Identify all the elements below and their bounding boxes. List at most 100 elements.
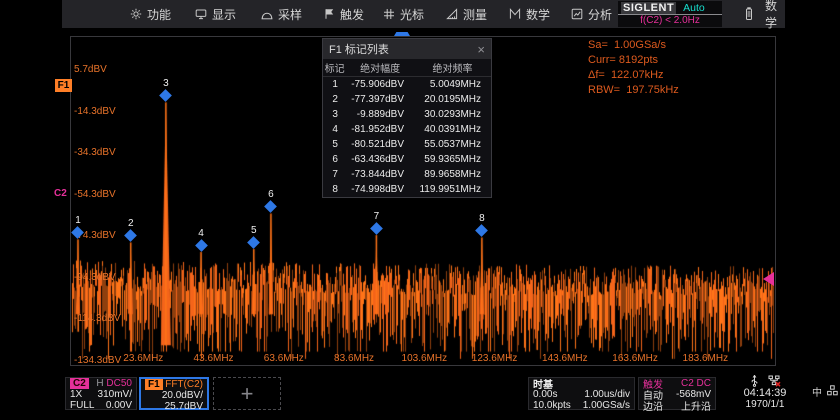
y-axis-label: -14.3dBV bbox=[74, 106, 116, 117]
acq-info-line: Sa= 1.00GSa/s bbox=[588, 38, 679, 53]
table-cell: -74.998dBV bbox=[346, 182, 414, 197]
x-axis-label: 143.6MHz bbox=[542, 353, 588, 364]
marker-table-column: 标记 bbox=[323, 59, 346, 77]
math-icon bbox=[509, 8, 521, 20]
y-axis-label: -114.3dBV bbox=[74, 313, 121, 324]
flag-icon bbox=[323, 8, 335, 20]
c2-scale: 310mV/ bbox=[98, 389, 132, 400]
table-cell: 7 bbox=[323, 167, 346, 182]
x-axis-label: 83.6MHz bbox=[334, 353, 374, 364]
table-row: 2-77.397dBV20.0195MHz bbox=[323, 92, 491, 107]
system-status-box: 04:14:39 1970/1/1 bbox=[719, 377, 811, 410]
x-axis-label: 123.6MHz bbox=[472, 353, 518, 364]
menu-item-6[interactable]: 测量 bbox=[446, 0, 487, 28]
table-cell: 119.9951MHz bbox=[414, 182, 491, 197]
f1-trace-badge[interactable]: F1 bbox=[55, 79, 72, 92]
timebase-box[interactable]: 时基 0.00s 1.00us/div 10.0kpts 1.00GSa/s bbox=[528, 377, 635, 410]
trigger-condition-readout: f(C2) < 2.0Hz bbox=[618, 15, 722, 27]
table-row: 3-9.889dBV30.0293MHz bbox=[323, 107, 491, 122]
x-axis-label: 43.6MHz bbox=[194, 353, 234, 364]
display-icon bbox=[195, 8, 207, 20]
c2-atten: 1X bbox=[70, 389, 82, 400]
table-cell: 8 bbox=[323, 182, 346, 197]
table-cell: 89.9658MHz bbox=[414, 167, 491, 182]
table-cell: 3 bbox=[323, 107, 346, 122]
analysis-icon bbox=[571, 8, 583, 20]
table-cell: 1 bbox=[323, 77, 346, 93]
marker-list-titlebar[interactable]: F1 标记列表 × bbox=[323, 39, 491, 59]
measure-icon bbox=[446, 8, 458, 20]
peak-marker-number: 7 bbox=[374, 211, 380, 222]
menu-item-7[interactable]: 数学 bbox=[509, 0, 550, 28]
y-axis-label: 5.7dBV bbox=[74, 64, 107, 75]
peak-marker-number: 3 bbox=[163, 78, 169, 89]
table-cell: 20.0195MHz bbox=[414, 92, 491, 107]
cursor-icon bbox=[383, 8, 395, 20]
table-cell: -63.436dBV bbox=[346, 152, 414, 167]
table-cell: 5 bbox=[323, 137, 346, 152]
c2-coupling: DC50 bbox=[106, 378, 132, 389]
peak-marker-number: 6 bbox=[268, 189, 274, 200]
f1-ref: 25.7dBV bbox=[165, 401, 203, 412]
top-menu-bar: 功能显示采样触发光标测量数学分析 SIGLENT Auto f(C2) < 2.… bbox=[62, 0, 785, 28]
oscilloscope-screen: 功能显示采样触发光标测量数学分析 SIGLENT Auto f(C2) < 2.… bbox=[0, 0, 840, 420]
language-indicator[interactable]: 中 bbox=[812, 384, 822, 399]
acq-info-line: RBW= 197.75kHz bbox=[588, 83, 679, 98]
menu-item-4[interactable]: 触发 bbox=[323, 0, 364, 28]
peak-marker-number: 4 bbox=[198, 228, 204, 239]
c2-offset: 0.00V bbox=[106, 400, 132, 411]
menu-item-3[interactable]: 采样 bbox=[261, 0, 302, 28]
menu-item-label: 光标 bbox=[400, 6, 424, 23]
y-axis-label: -34.3dBV bbox=[74, 147, 116, 158]
timebase-rate: 1.00GSa/s bbox=[583, 400, 630, 411]
marker-list-title: F1 标记列表 bbox=[329, 41, 389, 57]
x-axis-label: 23.6MHz bbox=[123, 353, 163, 364]
timebase-delay: 0.00s bbox=[533, 389, 557, 400]
timebase-points: 10.0kpts bbox=[533, 400, 571, 411]
trigger-level-arrow[interactable] bbox=[763, 272, 774, 286]
battery-icon bbox=[743, 7, 755, 26]
table-cell: -9.889dBV bbox=[346, 107, 414, 122]
table-row: 6-63.436dBV59.9365MHz bbox=[323, 152, 491, 167]
gear-icon bbox=[130, 8, 142, 20]
peak-marker-number: 5 bbox=[251, 225, 257, 236]
menu-item-5[interactable]: 光标 bbox=[383, 0, 424, 28]
menu-item-1[interactable]: 功能 bbox=[130, 0, 171, 28]
c2-impedance: H bbox=[96, 378, 103, 389]
y-axis-label: -94.3dBV bbox=[74, 272, 116, 283]
marker-position-handle[interactable] bbox=[394, 32, 410, 36]
math-f1-box[interactable]: F1 FFT(C2) 20.0dBV/ 25.7dBV bbox=[139, 377, 209, 410]
menu-item-label: 采样 bbox=[278, 6, 302, 23]
trigger-box[interactable]: 触发 C2 DC 自动 -568mV 边沿 上升沿 bbox=[638, 377, 716, 410]
channel-c2-box[interactable]: C2 H DC50 1X 310mV/ FULL 0.00V bbox=[65, 377, 137, 410]
menu-item-2[interactable]: 显示 bbox=[195, 0, 236, 28]
table-cell: 6 bbox=[323, 152, 346, 167]
table-cell: -77.397dBV bbox=[346, 92, 414, 107]
logo-block: SIGLENT Auto f(C2) < 2.0Hz bbox=[618, 1, 722, 27]
peak-marker-number: 8 bbox=[479, 213, 485, 224]
menu-item-label: 触发 bbox=[340, 6, 364, 23]
marker-table-column: 绝对幅度 bbox=[346, 59, 414, 77]
close-icon[interactable]: × bbox=[477, 42, 485, 57]
trigger-slope: 上升沿 bbox=[681, 398, 711, 413]
y-axis-label: -54.3dBV bbox=[74, 189, 116, 200]
add-trace-button[interactable]: + bbox=[213, 377, 281, 410]
apps-grid-icon[interactable] bbox=[827, 385, 838, 399]
table-cell: 5.0049MHz bbox=[414, 77, 491, 93]
table-row: 7-73.844dBV89.9658MHz bbox=[323, 167, 491, 182]
menu-item-label: 功能 bbox=[147, 6, 171, 23]
clock-date: 1970/1/1 bbox=[719, 399, 811, 410]
peak-marker-number: 1 bbox=[75, 215, 81, 226]
f1-label: F1 bbox=[145, 379, 163, 390]
table-cell: 4 bbox=[323, 122, 346, 137]
table-cell: -75.906dBV bbox=[346, 77, 414, 93]
table-cell: -73.844dBV bbox=[346, 167, 414, 182]
marker-list-table: 标记绝对幅度绝对频率 1-75.906dBV5.0049MHz2-77.397d… bbox=[323, 59, 491, 197]
menu-item-math-apps[interactable]: 数学 bbox=[765, 0, 785, 28]
table-row: 5-80.521dBV55.0537MHz bbox=[323, 137, 491, 152]
acquisition-info: Sa= 1.00GSa/sCurr= 8192ptsΔf= 122.07kHzR… bbox=[588, 38, 679, 98]
table-cell: 30.0293MHz bbox=[414, 107, 491, 122]
table-row: 4-81.952dBV40.0391MHz bbox=[323, 122, 491, 137]
menu-item-8[interactable]: 分析 bbox=[571, 0, 612, 28]
c2-trace-badge[interactable]: C2 bbox=[54, 188, 67, 199]
